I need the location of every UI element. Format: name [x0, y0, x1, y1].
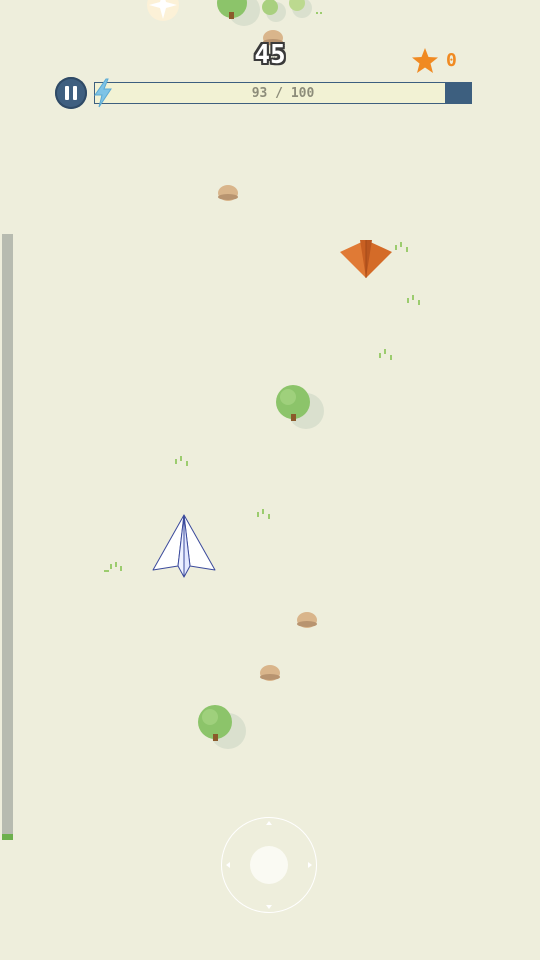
- game-scene: [104, 0, 420, 749]
- sparkle-pickup: [147, 0, 179, 21]
- level-progress-track: [2, 234, 13, 840]
- joystick-knob[interactable]: [250, 846, 288, 884]
- energy-text: 93 / 100: [251, 85, 315, 101]
- joystick-down-arrow-icon: [266, 905, 272, 909]
- star-count: 0: [446, 50, 457, 71]
- energy-bar: 93 / 100: [94, 82, 472, 104]
- virtual-joystick[interactable]: [221, 817, 317, 913]
- rock: [218, 185, 238, 201]
- level-progress-fill: [2, 833, 13, 840]
- tree: [198, 705, 246, 749]
- joystick-right-arrow-icon: [308, 862, 312, 868]
- enemy-paper-plane: [340, 240, 392, 278]
- lightning-bolt-icon: [94, 78, 112, 108]
- rock: [260, 665, 280, 681]
- rock: [297, 612, 317, 628]
- star-icon: [412, 48, 438, 73]
- score-counter: 45: [254, 40, 286, 70]
- joystick-up-arrow-icon: [266, 821, 272, 825]
- tree: [276, 385, 324, 429]
- joystick-left-arrow-icon: [226, 862, 230, 868]
- pause-button[interactable]: [55, 77, 87, 109]
- pause-icon: [65, 86, 77, 100]
- tree-cluster-top: [217, 0, 312, 26]
- player-paper-plane: [152, 514, 216, 578]
